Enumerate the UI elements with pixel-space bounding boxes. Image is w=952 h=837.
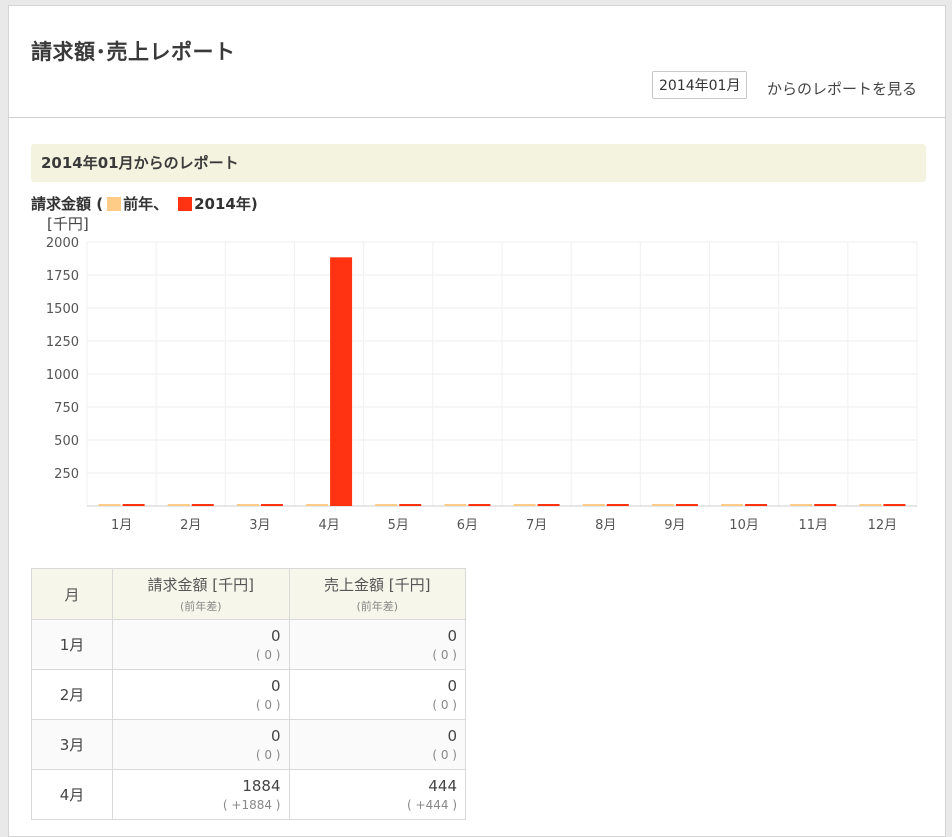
- sales-value: 0: [447, 677, 457, 695]
- bar-curr: [537, 504, 560, 506]
- table-header-row: 月 請求金額 [千円] (前年差) 売上金額 [千円] (前年差): [31, 568, 466, 620]
- x-tick-label: 6月: [457, 518, 478, 533]
- bar-prev: [513, 504, 536, 506]
- x-tick-label: 4月: [318, 518, 339, 533]
- summary-table: 月 請求金額 [千円] (前年差) 売上金額 [千円] (前年差) 1月 0 ( …: [31, 568, 466, 820]
- row-sales: 0 ( 0 ): [288, 669, 466, 720]
- row-billing: 1884 ( +1884 ): [112, 769, 290, 820]
- col-header-sales: 売上金額 [千円] (前年差): [288, 568, 466, 620]
- bar-prev: [375, 504, 398, 506]
- col-header-sales-label: 売上金額 [千円]: [324, 576, 431, 594]
- y-tick-label: 750: [54, 401, 79, 416]
- billing-diff: ( 0 ): [255, 648, 281, 662]
- row-month: 3月: [31, 719, 113, 770]
- row-month: 4月: [31, 769, 113, 820]
- billing-value: 0: [270, 627, 281, 645]
- bar-curr: [468, 504, 491, 506]
- bar-curr: [606, 504, 629, 506]
- billing-diff: ( +1884 ): [222, 798, 281, 812]
- y-tick-label: 2000: [46, 236, 79, 251]
- table-row: 2月 0 ( 0 ) 0 ( 0 ): [31, 669, 466, 720]
- billing-diff: ( 0 ): [255, 748, 281, 762]
- bar-curr: [399, 504, 422, 506]
- x-tick-label: 3月: [249, 518, 270, 533]
- report-panel: 請求額･売上レポート 2014年01月 からのレポートを見る 2014年01月か…: [8, 5, 946, 837]
- y-tick-label: 250: [54, 467, 79, 482]
- row-month: 2月: [31, 669, 113, 720]
- sales-diff: ( 0 ): [432, 698, 457, 712]
- col-header-billing-label: 請求金額 [千円]: [147, 576, 254, 594]
- y-tick-label: 1000: [46, 368, 79, 383]
- bar-curr: [745, 504, 768, 506]
- y-tick-label: 500: [54, 434, 79, 449]
- bar-curr: [675, 504, 698, 506]
- billing-chart: 250 500 750 1000 1250 1500 1750 2000 1月 2月 3月 4月 5月 6…: [46, 236, 918, 533]
- x-tick-label: 8月: [595, 518, 616, 533]
- x-tick-label: 7月: [526, 518, 547, 533]
- bar-prev: [306, 504, 329, 506]
- row-sales: 0 ( 0 ): [288, 619, 466, 670]
- x-tick-label: 11月: [798, 518, 828, 533]
- col-header-billing-sub: (前年差): [179, 600, 222, 613]
- y-tick-label: 1250: [46, 335, 79, 350]
- y-tick-label: 1750: [46, 269, 79, 284]
- row-billing: 0 ( 0 ): [112, 669, 290, 720]
- bar-prev: [582, 504, 605, 506]
- table-row: 1月 0 ( 0 ) 0 ( 0 ): [31, 619, 466, 670]
- bar-prev: [98, 504, 121, 506]
- bar-curr: [883, 504, 906, 506]
- row-sales: 0 ( 0 ): [288, 719, 466, 770]
- x-tick-label: 1月: [111, 518, 132, 533]
- billing-value: 0: [270, 727, 281, 745]
- bar-prev: [790, 504, 813, 506]
- bar-prev: [236, 504, 259, 506]
- row-billing: 0 ( 0 ): [112, 619, 290, 670]
- row-billing: 0 ( 0 ): [112, 719, 290, 770]
- bar-curr: [191, 504, 214, 506]
- sales-diff: ( 0 ): [432, 648, 457, 662]
- y-tick-label: 1500: [46, 302, 79, 317]
- col-header-month: 月: [31, 568, 113, 620]
- billing-diff: ( 0 ): [255, 698, 281, 712]
- sales-value: 0: [447, 727, 457, 745]
- x-tick-label: 12月: [868, 518, 898, 533]
- sales-diff: ( +444 ): [407, 798, 457, 812]
- col-header-sales-sub: (前年差): [356, 600, 399, 613]
- bar-prev: [721, 504, 744, 506]
- bar-prev: [859, 504, 882, 506]
- x-tick-label: 2月: [180, 518, 201, 533]
- bar-curr: [330, 257, 353, 506]
- bar-prev: [167, 504, 190, 506]
- bar-curr: [122, 504, 145, 506]
- billing-value: 1884: [242, 777, 281, 795]
- row-sales: 444 ( +444 ): [288, 769, 466, 820]
- sales-value: 0: [447, 627, 457, 645]
- bar-curr: [814, 504, 837, 506]
- billing-value: 0: [270, 677, 281, 695]
- table-row: 4月 1884 ( +1884 ) 444 ( +444 ): [31, 769, 466, 820]
- row-month: 1月: [31, 619, 113, 670]
- x-tick-label: 9月: [664, 518, 685, 533]
- col-header-billing: 請求金額 [千円] (前年差): [112, 568, 290, 620]
- sales-diff: ( 0 ): [432, 748, 457, 762]
- bar-curr: [260, 504, 283, 506]
- bar-prev: [444, 504, 467, 506]
- x-tick-label: 5月: [388, 518, 409, 533]
- bar-prev: [651, 504, 674, 506]
- sales-value: 444: [428, 777, 457, 795]
- x-tick-label: 10月: [729, 518, 759, 533]
- table-row: 3月 0 ( 0 ) 0 ( 0 ): [31, 719, 466, 770]
